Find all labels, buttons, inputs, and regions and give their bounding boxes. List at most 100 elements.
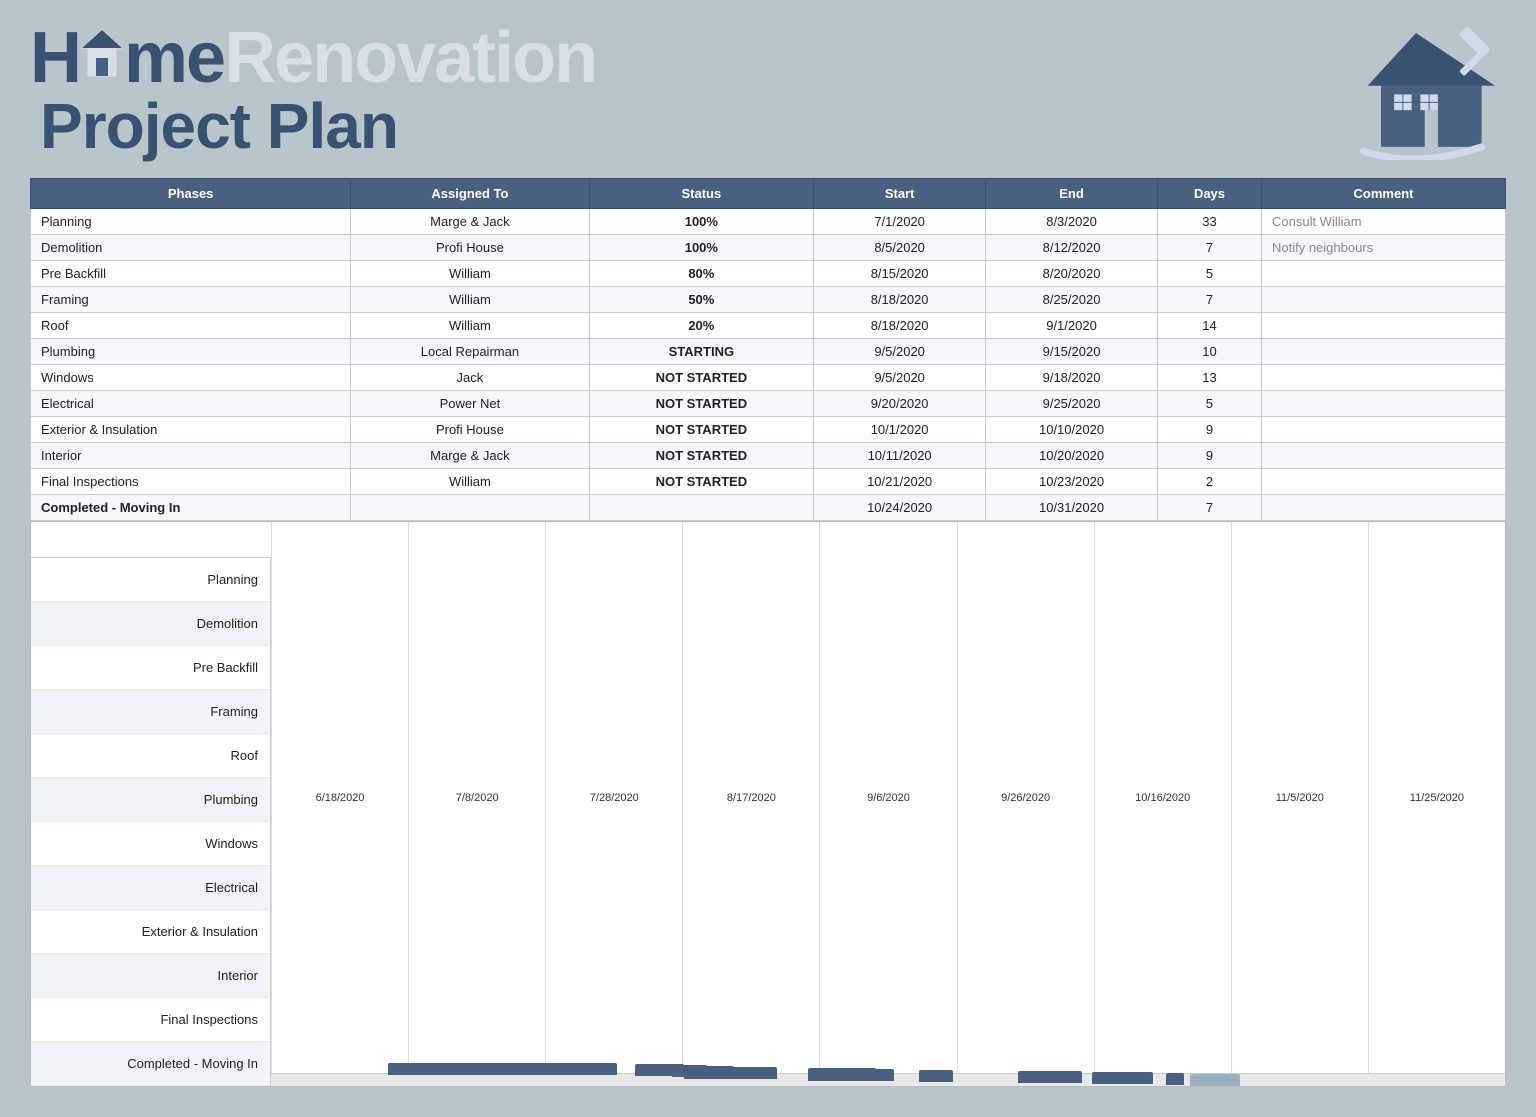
- table-row: Final InspectionsWilliamNOT STARTED10/21…: [31, 469, 1506, 495]
- cell-status: [589, 495, 814, 521]
- header-title: H me Renovation Project Plan: [30, 22, 596, 158]
- cell-assigned: Jack: [351, 365, 589, 391]
- cell-assigned: Local Repairman: [351, 339, 589, 365]
- cell-comment: [1261, 287, 1505, 313]
- page-wrapper: H me Renovation Project Plan: [0, 0, 1536, 1117]
- cell-assigned: [351, 495, 589, 521]
- col-header-start: Start: [814, 179, 986, 209]
- gantt-row-label: Roof: [31, 734, 271, 778]
- cell-assigned: Profi House: [351, 417, 589, 443]
- gantt-date-header: 8/17/2020: [682, 522, 819, 1073]
- gantt-row-label: Demolition: [31, 602, 271, 646]
- cell-end: 9/25/2020: [986, 391, 1158, 417]
- cell-status: NOT STARTED: [589, 443, 814, 469]
- cell-start: 7/1/2020: [814, 209, 986, 235]
- table-row: PlanningMarge & Jack100%7/1/20208/3/2020…: [31, 209, 1506, 235]
- cell-assigned: William: [351, 261, 589, 287]
- cell-phase: Final Inspections: [31, 469, 351, 495]
- gantt-date-header: 11/5/2020: [1231, 522, 1368, 1073]
- cell-assigned: Marge & Jack: [351, 209, 589, 235]
- cell-comment: [1261, 391, 1505, 417]
- cell-days: 7: [1157, 495, 1261, 521]
- table-row: DemolitionProfi House100%8/5/20208/12/20…: [31, 235, 1506, 261]
- gantt-bar-rows: [271, 1074, 1505, 1086]
- cell-status: 50%: [589, 287, 814, 313]
- cell-days: 10: [1157, 339, 1261, 365]
- cell-phase: Completed - Moving In: [31, 495, 351, 521]
- gantt-row-bars: [271, 1085, 1505, 1086]
- gantt-row-label: Exterior & Insulation: [31, 910, 271, 954]
- cell-assigned: William: [351, 287, 589, 313]
- col-header-end: End: [986, 179, 1158, 209]
- cell-status: 100%: [589, 209, 814, 235]
- table-row: InteriorMarge & JackNOT STARTED10/11/202…: [31, 443, 1506, 469]
- cell-end: 10/20/2020: [986, 443, 1158, 469]
- gantt-row-label: Final Inspections: [31, 998, 271, 1042]
- cell-comment: [1261, 469, 1505, 495]
- header: H me Renovation Project Plan: [30, 20, 1506, 160]
- cell-phase: Planning: [31, 209, 351, 235]
- cell-days: 7: [1157, 235, 1261, 261]
- gantt-date-headers: 6/18/20207/8/20207/28/20208/17/20209/6/2…: [271, 522, 1505, 1074]
- cell-status: NOT STARTED: [589, 365, 814, 391]
- cell-start: 8/18/2020: [814, 313, 986, 339]
- cell-start: 9/5/2020: [814, 365, 986, 391]
- table-row: FramingWilliam50%8/18/20208/25/20207: [31, 287, 1506, 313]
- cell-start: 10/21/2020: [814, 469, 986, 495]
- gantt-section: PlanningDemolitionPre BackfillFramingRoo…: [30, 521, 1506, 1087]
- cell-phase: Pre Backfill: [31, 261, 351, 287]
- cell-comment: [1261, 261, 1505, 287]
- cell-phase: Demolition: [31, 235, 351, 261]
- cell-start: 9/5/2020: [814, 339, 986, 365]
- table-row: Exterior & InsulationProfi HouseNOT STAR…: [31, 417, 1506, 443]
- cell-days: 5: [1157, 261, 1261, 287]
- gantt-row-label: Interior: [31, 954, 271, 998]
- title-home: H: [30, 22, 80, 94]
- cell-days: 5: [1157, 391, 1261, 417]
- title-line1: H me Renovation: [30, 22, 596, 94]
- cell-assigned: Power Net: [351, 391, 589, 417]
- cell-assigned: William: [351, 469, 589, 495]
- gantt-label-rows: PlanningDemolitionPre BackfillFramingRoo…: [31, 558, 271, 1086]
- cell-end: 10/31/2020: [986, 495, 1158, 521]
- cell-days: 2: [1157, 469, 1261, 495]
- cell-assigned: Profi House: [351, 235, 589, 261]
- gantt-row-label: Planning: [31, 558, 271, 602]
- col-header-phases: Phases: [31, 179, 351, 209]
- cell-end: 9/1/2020: [986, 313, 1158, 339]
- gantt-row-label: Windows: [31, 822, 271, 866]
- cell-start: 9/20/2020: [814, 391, 986, 417]
- cell-phase: Roof: [31, 313, 351, 339]
- cell-days: 9: [1157, 417, 1261, 443]
- cell-phase: Electrical: [31, 391, 351, 417]
- cell-comment: [1261, 313, 1505, 339]
- gantt-row-label: Electrical: [31, 866, 271, 910]
- table-row: ElectricalPower NetNOT STARTED9/20/20209…: [31, 391, 1506, 417]
- cell-start: 10/11/2020: [814, 443, 986, 469]
- cell-end: 8/25/2020: [986, 287, 1158, 313]
- cell-comment: [1261, 339, 1505, 365]
- cell-end: 8/3/2020: [986, 209, 1158, 235]
- cell-phase: Windows: [31, 365, 351, 391]
- gantt-bar: [1190, 1074, 1239, 1086]
- cell-comment: [1261, 365, 1505, 391]
- cell-assigned: William: [351, 313, 589, 339]
- gantt-date-header: 6/18/2020: [271, 522, 408, 1073]
- table-row: Pre BackfillWilliam80%8/15/20208/20/2020…: [31, 261, 1506, 287]
- cell-end: 9/15/2020: [986, 339, 1158, 365]
- table-row: Completed - Moving In10/24/202010/31/202…: [31, 495, 1506, 521]
- col-header-comment: Comment: [1261, 179, 1505, 209]
- cell-end: 9/18/2020: [986, 365, 1158, 391]
- cell-comment: [1261, 443, 1505, 469]
- title-home-2: me: [124, 22, 224, 94]
- cell-start: 8/15/2020: [814, 261, 986, 287]
- cell-status: STARTING: [589, 339, 814, 365]
- gantt-date-header: 9/6/2020: [819, 522, 956, 1073]
- col-header-assigned: Assigned To: [351, 179, 589, 209]
- cell-end: 8/20/2020: [986, 261, 1158, 287]
- activities-table: Phases Assigned To Status Start End Days…: [30, 178, 1506, 521]
- cell-end: 8/12/2020: [986, 235, 1158, 261]
- table-row: RoofWilliam20%8/18/20209/1/202014: [31, 313, 1506, 339]
- gantt-row-label: Plumbing: [31, 778, 271, 822]
- col-header-status: Status: [589, 179, 814, 209]
